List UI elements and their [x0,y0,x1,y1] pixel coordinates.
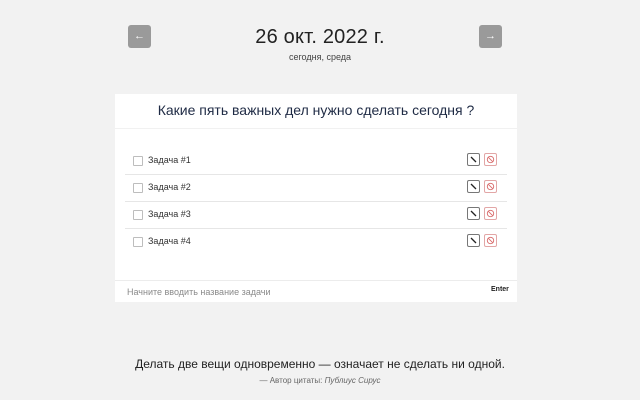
prev-day-button[interactable]: ← [128,25,151,48]
forbidden-icon [486,236,495,245]
new-task-bar: Enter [115,280,517,302]
enter-button[interactable]: Enter [491,286,509,293]
task-label: Задача #4 [148,236,191,246]
pencil-icon [470,156,477,163]
task-row: Задача #3 [125,202,507,229]
edit-task-button[interactable] [467,180,480,193]
next-day-button[interactable]: → [479,25,502,48]
edit-task-button[interactable] [467,207,480,220]
task-checkbox[interactable] [133,210,143,220]
task-checkbox[interactable] [133,237,143,247]
pencil-icon [470,210,477,217]
quote-author: — Автор цитаты: Публиус Сирус [0,376,640,385]
forbidden-icon [486,209,495,218]
task-row: Задача #1 [125,148,507,175]
pencil-icon [470,183,477,190]
task-row: Задача #2 [125,175,507,202]
quote-text: Делать две вещи одновременно — означает … [135,357,505,371]
forbidden-icon [486,155,495,164]
pencil-icon [470,237,477,244]
delete-task-button[interactable] [484,153,497,166]
delete-task-button[interactable] [484,234,497,247]
forbidden-icon [486,182,495,191]
quote-author-prefix: — Автор цитаты: [259,376,323,385]
task-label: Задача #1 [148,155,191,165]
task-label: Задача #3 [148,209,191,219]
delete-task-button[interactable] [484,180,497,193]
task-checkbox[interactable] [133,183,143,193]
task-list: Задача #1 Задача #2 Задача #3 Задача #4 [125,148,507,256]
edit-task-button[interactable] [467,153,480,166]
divider [115,128,517,129]
edit-task-button[interactable] [467,234,480,247]
task-row: Задача #4 [125,229,507,256]
current-date: 26 окт. 2022 г. [255,26,385,48]
new-task-input[interactable] [127,284,467,300]
card-title: Какие пять важных дел нужно сделать сего… [157,102,475,118]
task-label: Задача #2 [148,182,191,192]
date-subtitle: сегодня, среда [288,52,352,62]
quote-author-name: Публиус Сирус [324,376,381,385]
arrow-left-icon: ← [134,30,145,42]
arrow-right-icon: → [485,30,496,42]
task-checkbox[interactable] [133,156,143,166]
delete-task-button[interactable] [484,207,497,220]
tasks-card: Какие пять важных дел нужно сделать сего… [115,94,517,302]
date-header: ← 26 окт. 2022 г. сегодня, среда → [0,0,640,80]
